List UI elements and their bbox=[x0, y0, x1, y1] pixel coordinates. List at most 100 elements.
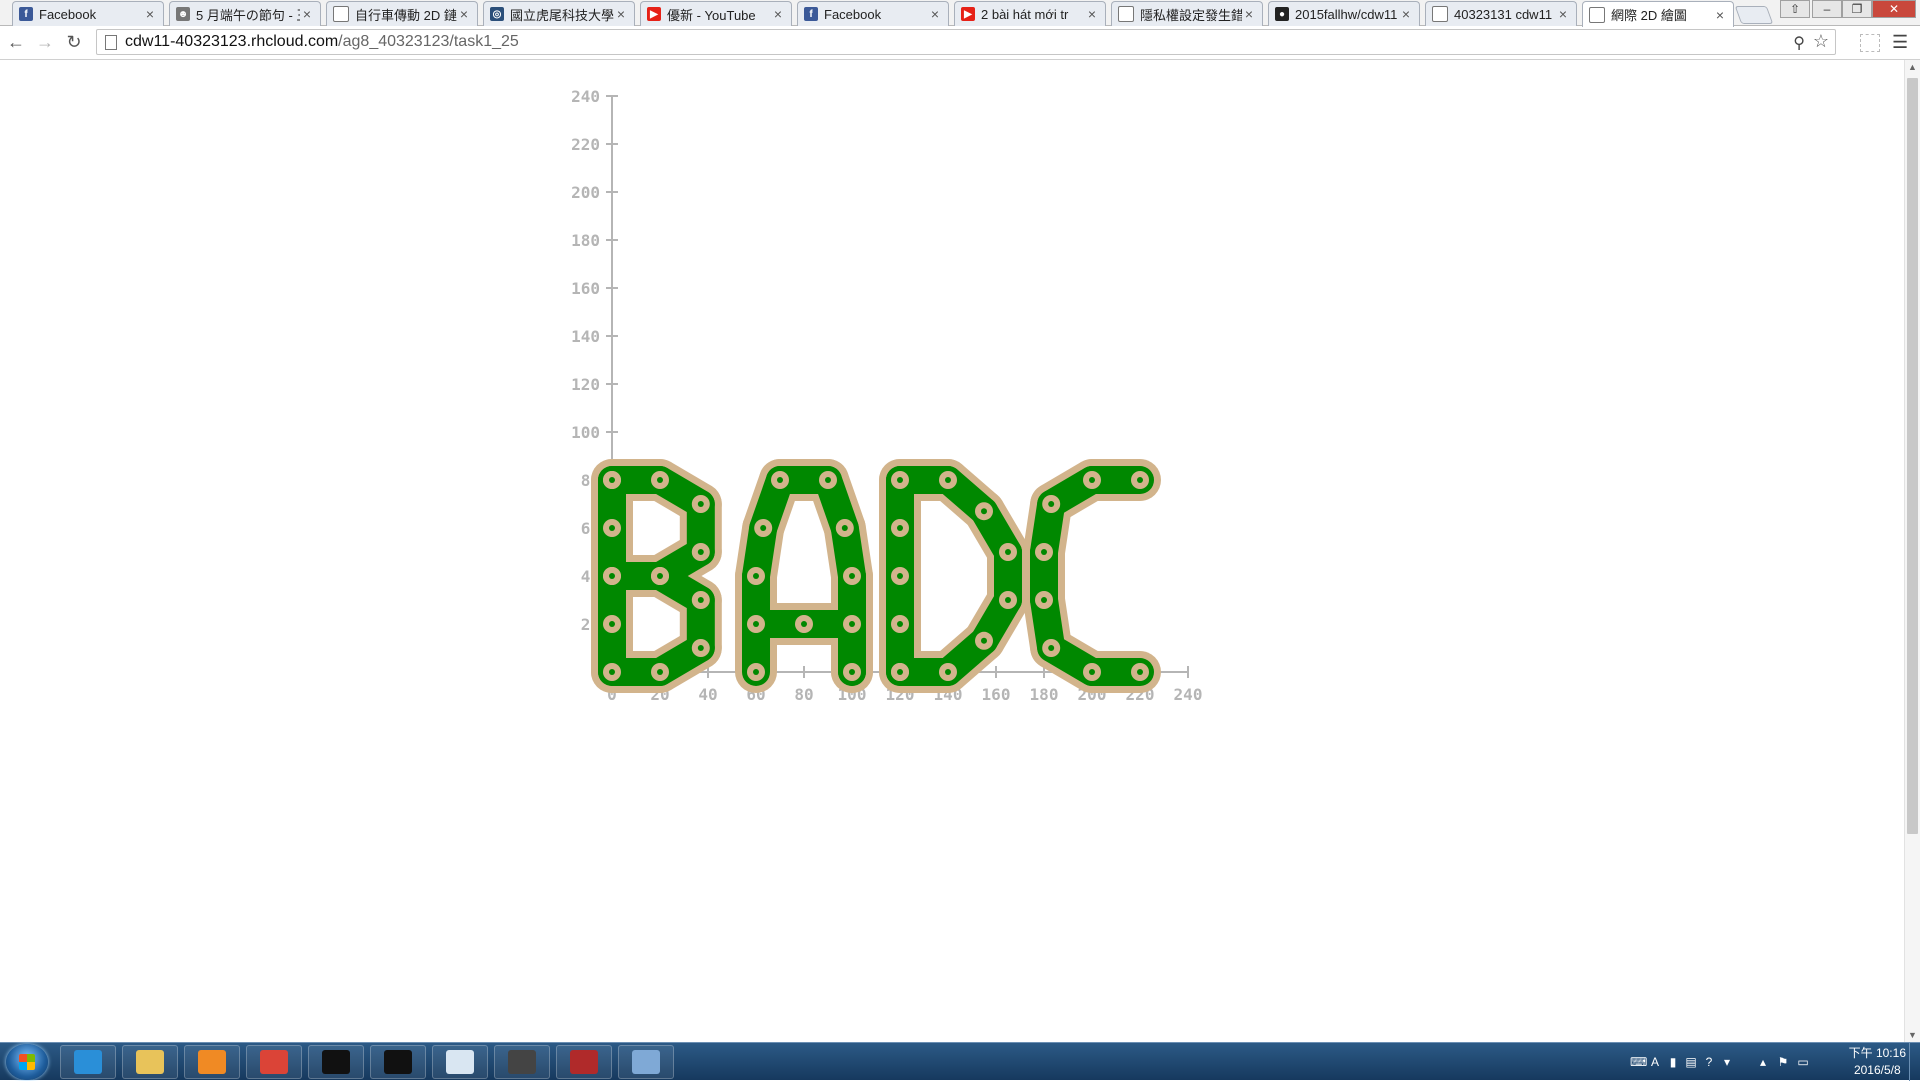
ime-settings-icon[interactable]: ▤ bbox=[1684, 1055, 1698, 1069]
tab[interactable]: f Facebook × bbox=[12, 1, 164, 26]
tab[interactable]: ◎ 國立虎尾科技大學 × bbox=[483, 1, 635, 26]
taskbar-app-button[interactable] bbox=[370, 1045, 426, 1079]
minimize-button[interactable]: – bbox=[1812, 0, 1842, 18]
page-icon bbox=[1118, 6, 1134, 22]
restore-button[interactable]: ❐ bbox=[1842, 0, 1872, 18]
chain-pin-center bbox=[609, 621, 615, 627]
tab-close-icon[interactable]: × bbox=[771, 6, 785, 22]
chain-pin-center bbox=[760, 525, 767, 531]
tab-close-icon[interactable]: × bbox=[614, 6, 628, 22]
tab-close-icon[interactable]: × bbox=[1085, 6, 1099, 22]
scroll-up-icon[interactable]: ▲ bbox=[1908, 62, 1917, 72]
chain-pin-center bbox=[825, 477, 831, 483]
scrollbar-thumb[interactable] bbox=[1907, 78, 1918, 834]
chain-pin-center bbox=[697, 645, 704, 651]
tab-close-icon[interactable]: × bbox=[928, 6, 942, 22]
extension-icon[interactable] bbox=[1860, 34, 1880, 52]
chain-pin-center bbox=[841, 525, 848, 531]
taskbar-app-button[interactable] bbox=[184, 1045, 240, 1079]
taskbar-app-button[interactable] bbox=[60, 1045, 116, 1079]
chain-pin-center bbox=[1048, 501, 1055, 507]
tab[interactable]: ☻ 5 月端午の節句 - 王 × bbox=[169, 1, 321, 26]
reload-icon[interactable]: ↻ bbox=[62, 30, 86, 54]
window-app-icon bbox=[446, 1050, 474, 1074]
new-tab-button[interactable] bbox=[1734, 6, 1774, 24]
ime-mode-icon[interactable]: A bbox=[1648, 1055, 1662, 1069]
bookmark-star-icon[interactable]: ☆ bbox=[1813, 31, 1829, 52]
chain-pin-center bbox=[945, 477, 951, 483]
tab-title: Facebook bbox=[824, 6, 882, 22]
menu-icon[interactable]: ☰ bbox=[1892, 32, 1908, 53]
close-window-button[interactable]: ✕ bbox=[1872, 0, 1916, 18]
zoom-icon[interactable]: ⚲ bbox=[1793, 33, 1805, 53]
tab[interactable]: ▶ 2 bài hát mới tr × bbox=[954, 1, 1106, 26]
scroll-down-icon[interactable]: ▼ bbox=[1908, 1030, 1917, 1040]
facebook-icon: f bbox=[19, 7, 33, 21]
tab[interactable]: 隱私權設定發生錯誤× bbox=[1111, 1, 1263, 26]
action-center-flag-icon[interactable]: ⚑ bbox=[1776, 1055, 1790, 1069]
tab-close-icon[interactable]: × bbox=[1556, 6, 1570, 22]
tab-strip: ⇧ – ❐ ✕ f Facebook × ☻ 5 月端午の節句 - 王 × 自行車傳動 2D… bbox=[0, 0, 1920, 27]
chain-pin-center bbox=[981, 637, 987, 644]
ime-layout-icon[interactable]: ▮ bbox=[1666, 1055, 1680, 1069]
x-tick-label: 160 bbox=[982, 685, 1011, 704]
tab[interactable]: 網際 2D 繪圖 × bbox=[1582, 1, 1734, 27]
page-icon bbox=[1432, 6, 1448, 22]
x-tick-label: 40 bbox=[698, 685, 717, 704]
taskbar-app-button[interactable] bbox=[432, 1045, 488, 1079]
back-icon[interactable]: ← bbox=[4, 30, 28, 54]
vertical-scrollbar[interactable]: ▲ ▼ bbox=[1904, 60, 1920, 1042]
page-content: 0 20 40 60 80 100 120 140 160 180 200 220 240 20 40 60 8… bbox=[0, 60, 1904, 1042]
forward-icon[interactable]: → bbox=[33, 30, 57, 54]
chain-pin-center bbox=[753, 621, 759, 627]
tab[interactable]: ▶ 優新 - YouTube × bbox=[640, 1, 792, 26]
nfu-icon: ◎ bbox=[490, 7, 504, 21]
tab-title: 2 bài hát mới tr bbox=[981, 6, 1069, 22]
tab[interactable]: 自行車傳動 2D 鏈條× bbox=[326, 1, 478, 26]
page-icon bbox=[333, 6, 349, 22]
x-tick-label: 240 bbox=[1174, 685, 1203, 704]
taskbar-app-button[interactable] bbox=[556, 1045, 612, 1079]
tab-close-icon[interactable]: × bbox=[1399, 6, 1413, 22]
taskbar-app-button[interactable] bbox=[246, 1045, 302, 1079]
page-icon bbox=[105, 34, 117, 50]
start-button[interactable] bbox=[6, 1044, 48, 1080]
chain-pin-center bbox=[897, 525, 903, 531]
tab[interactable]: ● 2015fallhw/cdw11 × bbox=[1268, 1, 1420, 26]
show-desktop-button[interactable] bbox=[1909, 1043, 1920, 1081]
chain-pin-center bbox=[657, 669, 663, 675]
chain-pin-center bbox=[897, 477, 903, 483]
windows-logo-icon bbox=[19, 1054, 35, 1070]
y-tick-label: 200 bbox=[571, 183, 600, 202]
show-hidden-icons-icon[interactable]: ▴ bbox=[1756, 1055, 1770, 1069]
ime-icon[interactable]: ⌨ bbox=[1630, 1055, 1647, 1069]
tab[interactable]: f Facebook × bbox=[797, 1, 949, 26]
tray-arrow-icon[interactable]: ▾ bbox=[1720, 1055, 1734, 1069]
taskbar-app-button[interactable] bbox=[122, 1045, 178, 1079]
taskbar-app-button[interactable] bbox=[308, 1045, 364, 1079]
tab-close-icon[interactable]: × bbox=[143, 6, 157, 22]
chain-pin-center bbox=[609, 525, 615, 531]
y-tick-label: 240 bbox=[571, 87, 600, 106]
chain-pin-center bbox=[1137, 477, 1143, 483]
taskbar-app-button[interactable] bbox=[494, 1045, 550, 1079]
taskbar-app-button[interactable] bbox=[618, 1045, 674, 1079]
y-tick-label: 160 bbox=[571, 279, 600, 298]
tab-close-icon[interactable]: × bbox=[1242, 6, 1256, 22]
chain-pin-center bbox=[849, 621, 855, 627]
tab-close-icon[interactable]: × bbox=[1713, 7, 1727, 23]
system-tray: ⌨ A ▮ ▤ ? ▾ ▴ ⚑ ▭ 下午 10:16 2016/5/8 bbox=[1620, 1043, 1920, 1081]
tab-title: 網際 2D 繪圖 bbox=[1611, 8, 1687, 23]
tab[interactable]: 40323131 cdw11 × bbox=[1425, 1, 1577, 26]
address-bar[interactable]: cdw11-40323123.rhcloud.com/ag8_40323123/… bbox=[96, 29, 1836, 55]
tab-close-icon[interactable]: × bbox=[457, 6, 471, 22]
help-icon[interactable]: ? bbox=[1702, 1055, 1716, 1069]
chain-pin-center bbox=[849, 573, 855, 579]
facebook-icon: f bbox=[804, 7, 818, 21]
url-path: /ag8_40323123/task1_25 bbox=[338, 33, 519, 50]
tab-close-icon[interactable]: × bbox=[300, 6, 314, 22]
network-icon[interactable]: ▭ bbox=[1796, 1055, 1810, 1069]
clock[interactable]: 下午 10:16 2016/5/8 bbox=[1849, 1045, 1906, 1079]
user-switch-icon[interactable]: ⇧ bbox=[1780, 0, 1810, 18]
chain-pin-center bbox=[1005, 597, 1011, 603]
